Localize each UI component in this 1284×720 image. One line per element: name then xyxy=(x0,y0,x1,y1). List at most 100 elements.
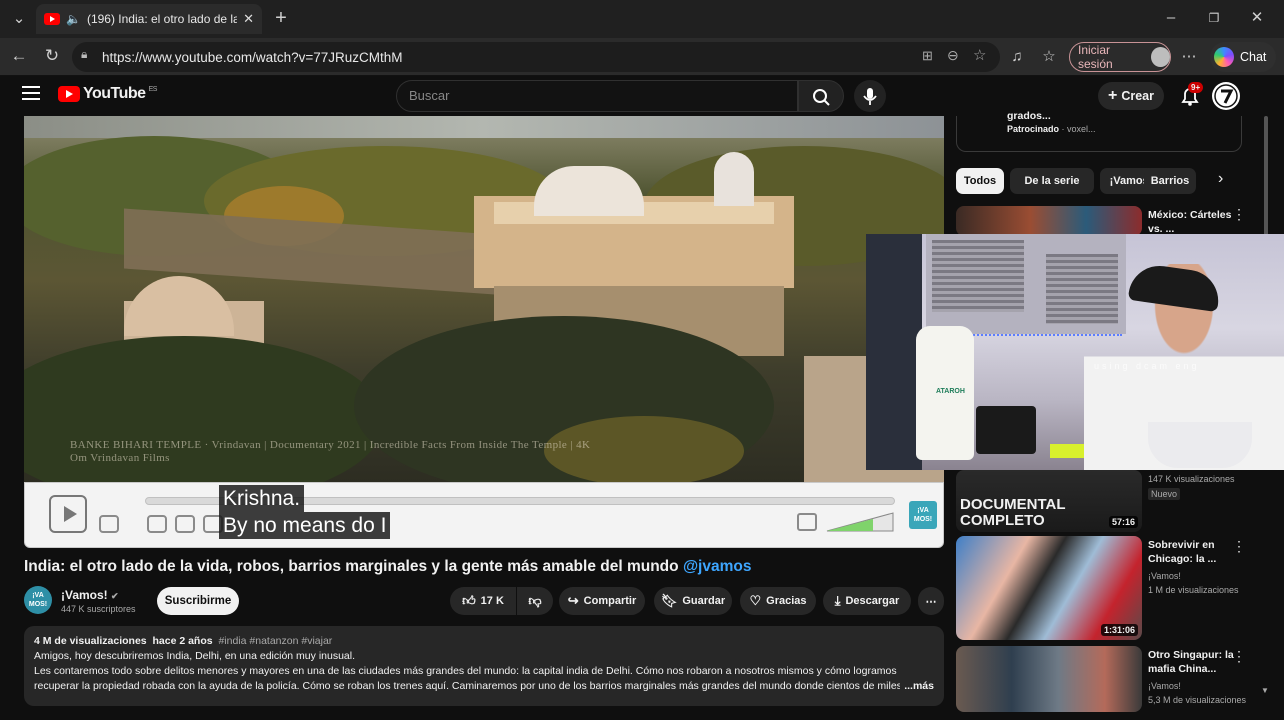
hashtags[interactable]: #india #natanzon #viajar xyxy=(218,635,332,647)
signin-button[interactable]: Iniciar sesión xyxy=(1069,42,1171,72)
play-button[interactable] xyxy=(49,495,87,533)
sponsored-title: grados... xyxy=(1007,110,1051,122)
youtube-favicon-icon xyxy=(44,13,60,25)
thumbs-up-icon: 👍︎ xyxy=(462,593,476,608)
thumbs-down-icon: 👎︎ xyxy=(528,593,542,608)
subtitle-overlay: Krishna. By no means do I xyxy=(219,485,391,539)
video-player[interactable]: BANKE BIHARI TEMPLE · Vrindavan | Docume… xyxy=(24,116,944,482)
thumb-text-line2: COMPLETO xyxy=(960,512,1045,529)
download-label: Descargar xyxy=(845,595,900,607)
plus-icon: + xyxy=(1107,87,1118,104)
copilot-chat-button[interactable]: Chat xyxy=(1210,42,1276,72)
view-count: 4 M de visualizaciones xyxy=(34,635,147,647)
hamburger-menu-icon[interactable] xyxy=(22,86,40,102)
favorites-icon[interactable]: ☆ xyxy=(1038,47,1060,67)
channel-watermark[interactable]: ¡VA MOS! xyxy=(909,501,937,529)
rec-more-icon[interactable]: ⋮ xyxy=(1232,538,1246,555)
profile-avatar-icon xyxy=(1150,47,1170,67)
address-bar[interactable]: 🔒︎ https://www.youtube.com/watch?v=77JRu… xyxy=(72,42,1000,72)
tab-title: (196) India: el otro lado de la vi xyxy=(86,12,238,26)
thanks-label: Gracias xyxy=(766,595,807,607)
recommendation-title[interactable]: Sobrevivir en Chicago: la ... xyxy=(1148,538,1240,566)
recommendation-thumbnail[interactable]: 1:31:06 xyxy=(956,536,1142,640)
chip-barrios[interactable]: Barrios xyxy=(1144,168,1196,194)
site-info-icon[interactable]: 🔒︎ xyxy=(81,47,87,62)
create-label: Crear xyxy=(1121,89,1154,103)
rec-more-icon[interactable]: ⋮ xyxy=(1232,206,1246,223)
voice-search-button[interactable] xyxy=(854,80,886,112)
description-line-3: recuperar la propiedad robada con la ayu… xyxy=(34,680,911,692)
minimize-icon[interactable]: – xyxy=(1160,8,1182,28)
subscribe-button[interactable]: Suscribirme xyxy=(157,587,239,615)
recommendation-channel[interactable]: ¡Vamos! xyxy=(1148,570,1248,582)
browser-tab[interactable]: 🔈 (196) India: el otro lado de la vi ✕ xyxy=(36,4,262,34)
sponsored-source: voxel... xyxy=(1067,124,1096,134)
share-button[interactable]: ↪ Compartir xyxy=(559,587,645,615)
pause-icon[interactable] xyxy=(99,515,119,533)
media-control-icon[interactable]: ♫ xyxy=(1006,47,1028,67)
zoom-icon[interactable]: ⊖ xyxy=(947,47,959,64)
player-controls: Krishna. By no means do I ¡VA MOS! xyxy=(24,482,944,548)
like-button[interactable]: 👍︎ 17 K xyxy=(450,587,516,615)
sponsored-card[interactable]: grados... Patrocinado · voxel... xyxy=(956,110,1242,152)
recommendation-title[interactable]: Otro Singapur: la mafia China... xyxy=(1148,648,1240,676)
skip-icon[interactable] xyxy=(147,515,167,533)
chip-all[interactable]: Todos xyxy=(956,168,1004,194)
tab-close-icon[interactable]: ✕ xyxy=(243,11,254,27)
more-options-icon[interactable]: ⋯ xyxy=(1178,47,1200,67)
account-logo-icon xyxy=(1213,83,1239,109)
recommendation-channel[interactable]: ¡Vamos! xyxy=(1148,680,1248,692)
speaker-icon[interactable]: 🔈 xyxy=(66,12,81,26)
video-title-text: India: el otro lado de la vida, robos, b… xyxy=(24,558,683,575)
recommendation-title[interactable]: México: Cárteles vs. ... xyxy=(1148,208,1240,236)
new-tab-icon[interactable]: + xyxy=(270,8,292,28)
share-label: Compartir xyxy=(583,595,637,607)
rec-more-icon[interactable]: ⋮ xyxy=(1232,648,1246,665)
video-duration: 57:16 xyxy=(1108,516,1138,528)
stop-icon[interactable] xyxy=(175,515,195,533)
thumb-text-line1: DOCUMENTAL xyxy=(960,496,1066,513)
search-button[interactable] xyxy=(798,80,844,112)
chips-next-arrow-icon[interactable]: › xyxy=(1218,170,1223,188)
youtube-logo[interactable]: YouTube ES xyxy=(58,85,157,103)
channel-avatar[interactable]: ¡VA MOS! xyxy=(24,586,52,614)
search-input[interactable]: Buscar xyxy=(396,80,798,112)
channel-handle-link[interactable]: @jvamos xyxy=(683,558,752,575)
description-meta: 4 M de visualizaciones hace 2 años #indi… xyxy=(34,634,934,649)
youtube-play-icon xyxy=(58,86,80,102)
account-avatar[interactable] xyxy=(1212,82,1240,110)
app-available-icon[interactable]: ⊞ xyxy=(922,48,933,64)
favorite-star-icon[interactable]: ☆ xyxy=(973,46,986,64)
sponsored-label: Patrocinado xyxy=(1007,124,1060,134)
chip-series[interactable]: De la serie xyxy=(1010,168,1094,194)
back-arrow-icon[interactable]: ← xyxy=(8,46,30,66)
video-frame: BANKE BIHARI TEMPLE · Vrindavan | Docume… xyxy=(24,116,944,482)
recommendation-thumbnail[interactable]: DOCUMENTAL COMPLETO 57:16 xyxy=(956,470,1142,532)
url-text: https://www.youtube.com/watch?v=77JRuzCM… xyxy=(102,49,403,65)
save-button[interactable]: 🔖︎ Guardar xyxy=(654,587,732,615)
save-label: Guardar xyxy=(682,595,726,607)
recommendation-thumbnail[interactable] xyxy=(956,206,1142,236)
tab-list-chevron-icon[interactable]: ⌄ xyxy=(8,9,30,29)
bookmark-icon: 🔖︎ xyxy=(660,593,678,608)
video-burned-text-line2: Om Vrindavan Films xyxy=(70,452,170,464)
restore-icon[interactable]: ❐ xyxy=(1203,8,1225,28)
channel-name[interactable]: ¡Vamos! ✔ xyxy=(61,588,119,602)
recommendation-thumbnail[interactable] xyxy=(956,646,1142,712)
volume-slider[interactable] xyxy=(825,511,895,533)
volume-icon[interactable] xyxy=(797,513,817,531)
window-close-icon[interactable]: ✕ xyxy=(1246,8,1268,28)
dislike-button[interactable]: 👎︎ xyxy=(517,587,553,615)
description-box[interactable]: 4 M de visualizaciones hace 2 años #indi… xyxy=(24,626,944,706)
notification-badge: 9+ xyxy=(1188,82,1204,93)
refresh-icon[interactable]: ↻ xyxy=(41,46,63,66)
youtube-logo-text: YouTube xyxy=(83,85,146,102)
more-actions-button[interactable]: ⋯ xyxy=(918,587,944,615)
thanks-button[interactable]: ♡ Gracias xyxy=(740,587,816,615)
video-burned-text: BANKE BIHARI TEMPLE · Vrindavan | Docume… xyxy=(70,439,590,465)
sponsored-meta: Patrocinado · voxel... xyxy=(1007,124,1096,134)
download-button[interactable]: ⤓ Descargar xyxy=(823,587,911,615)
scroll-down-arrow-icon[interactable]: ▼ xyxy=(1261,686,1269,695)
show-more-link[interactable]: ...más xyxy=(900,679,934,694)
create-button[interactable]: + Crear xyxy=(1098,82,1164,110)
